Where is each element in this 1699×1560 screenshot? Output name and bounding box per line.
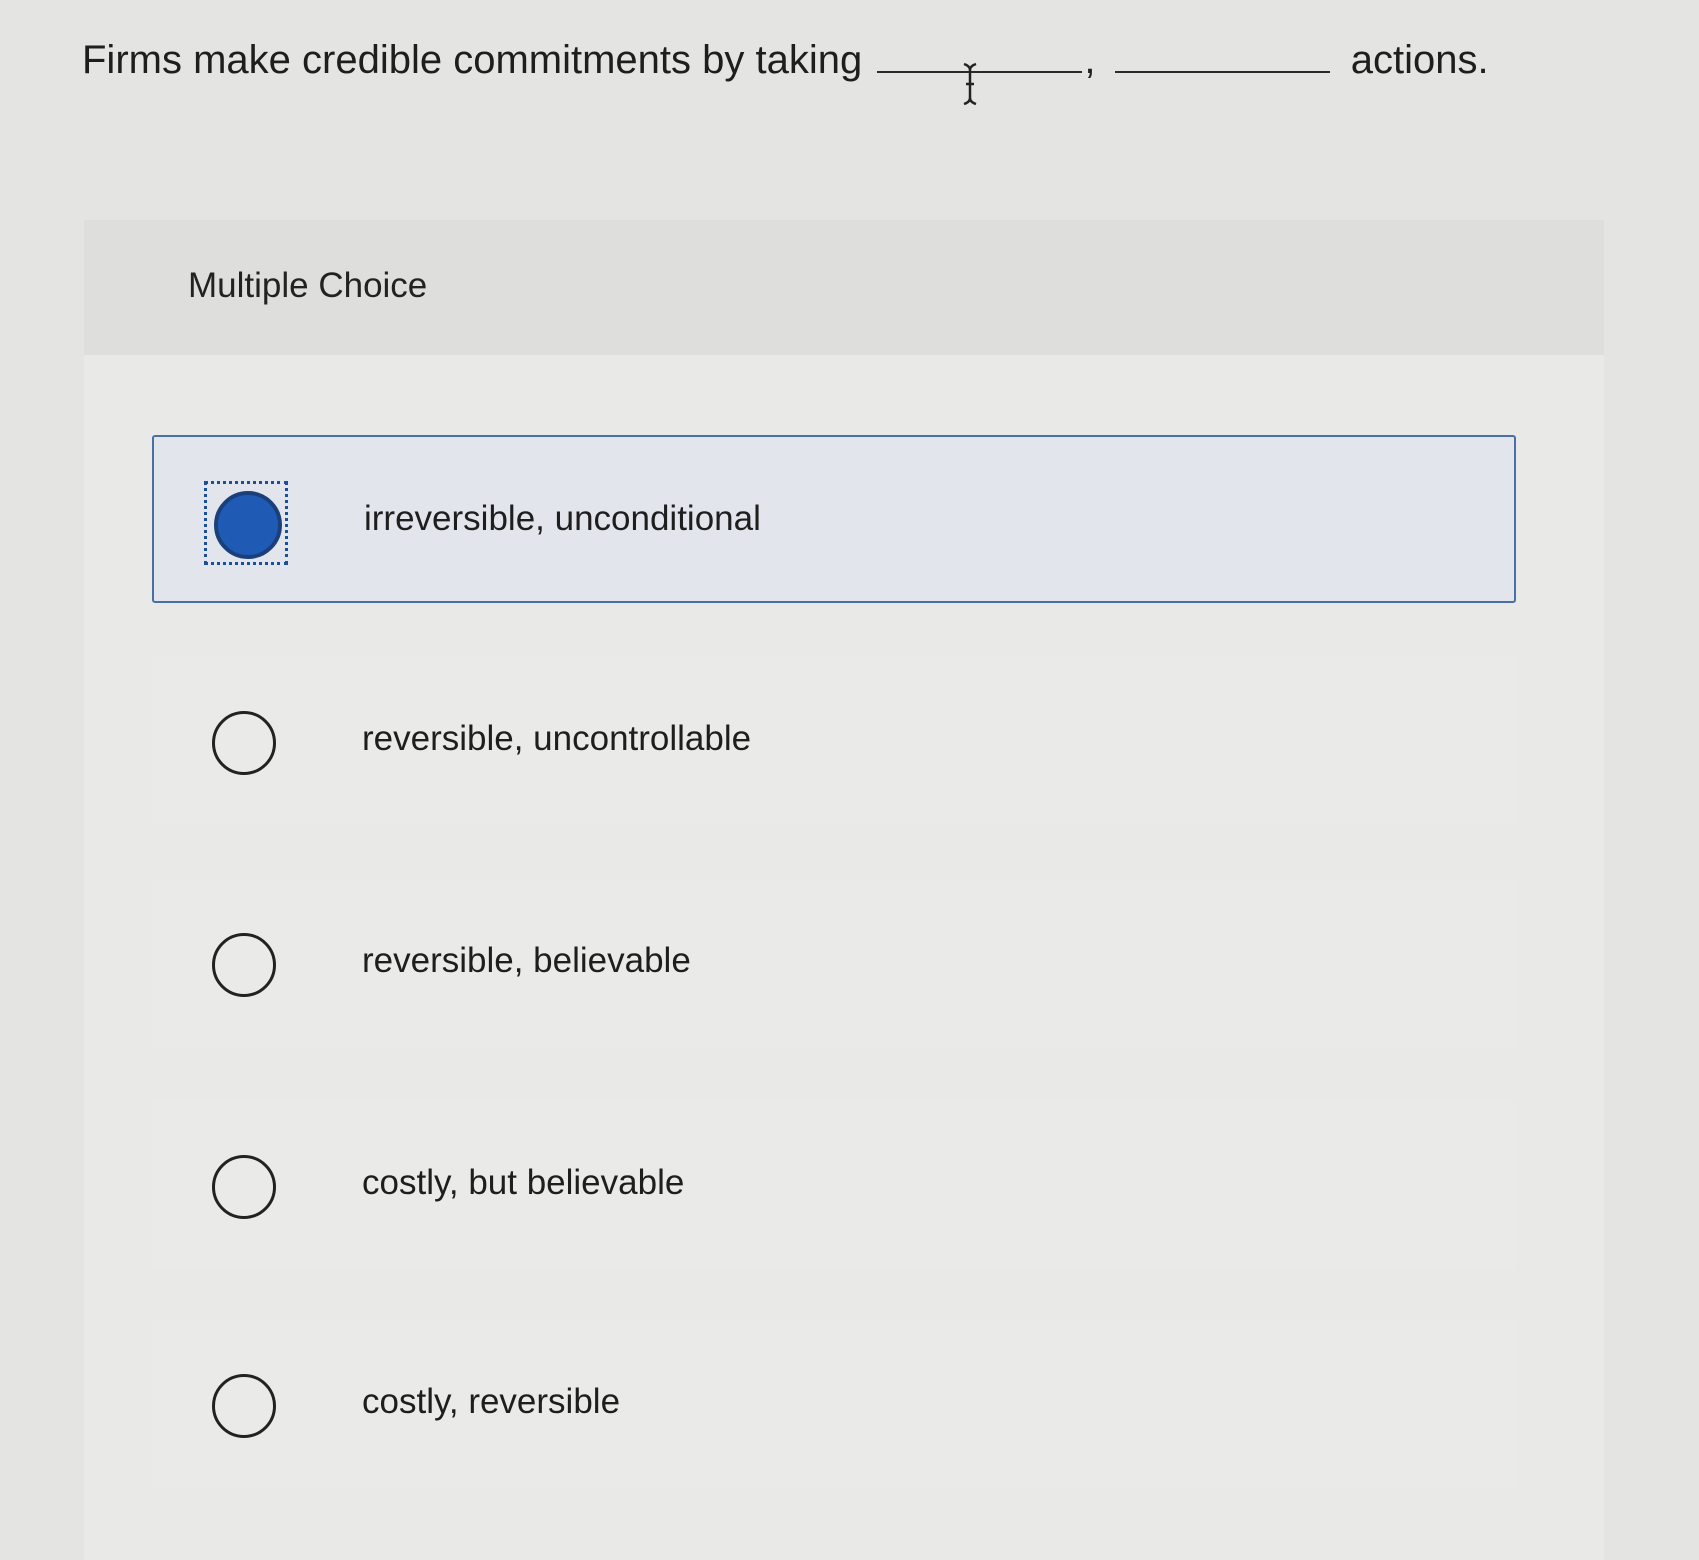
option-label: reversible, believable bbox=[362, 941, 691, 980]
blank-separator: , bbox=[1084, 38, 1096, 82]
question-suffix: actions. bbox=[1350, 38, 1489, 82]
question-text: Firms make credible commitments by takin… bbox=[82, 30, 1642, 90]
multiple-choice-panel: Multiple Choice irreversible, unconditio… bbox=[84, 220, 1604, 1560]
option-3[interactable]: reversible, believable bbox=[152, 879, 1516, 1047]
multiple-choice-label: Multiple Choice bbox=[188, 266, 428, 305]
radio-filled-icon[interactable] bbox=[214, 491, 282, 559]
option-label: costly, reversible bbox=[362, 1382, 621, 1421]
option-label: costly, but believable bbox=[362, 1163, 685, 1202]
option-4[interactable]: costly, but believable bbox=[152, 1101, 1516, 1269]
question-prefix: Firms make credible commitments by takin… bbox=[82, 38, 863, 82]
answer-blank-1 bbox=[877, 69, 1083, 73]
option-label: irreversible, unconditional bbox=[364, 499, 761, 538]
radio-empty-icon[interactable] bbox=[212, 1374, 276, 1438]
radio-empty-icon[interactable] bbox=[212, 711, 276, 775]
radio-wrapper bbox=[202, 1364, 286, 1448]
radio-empty-icon[interactable] bbox=[212, 933, 276, 997]
radio-empty-icon[interactable] bbox=[212, 1155, 276, 1219]
option-2[interactable]: reversible, uncontrollable bbox=[152, 657, 1516, 825]
radio-wrapper bbox=[202, 701, 286, 785]
option-1[interactable]: irreversible, unconditional bbox=[152, 435, 1516, 603]
radio-wrapper bbox=[202, 1145, 286, 1229]
answer-blank-2 bbox=[1114, 69, 1330, 73]
panel-header: Multiple Choice bbox=[84, 220, 1604, 355]
radio-focus-ring bbox=[204, 481, 288, 565]
option-5[interactable]: costly, reversible bbox=[152, 1320, 1516, 1488]
radio-wrapper bbox=[202, 923, 286, 1007]
text-cursor-icon bbox=[963, 62, 977, 106]
option-label: reversible, uncontrollable bbox=[362, 719, 752, 758]
